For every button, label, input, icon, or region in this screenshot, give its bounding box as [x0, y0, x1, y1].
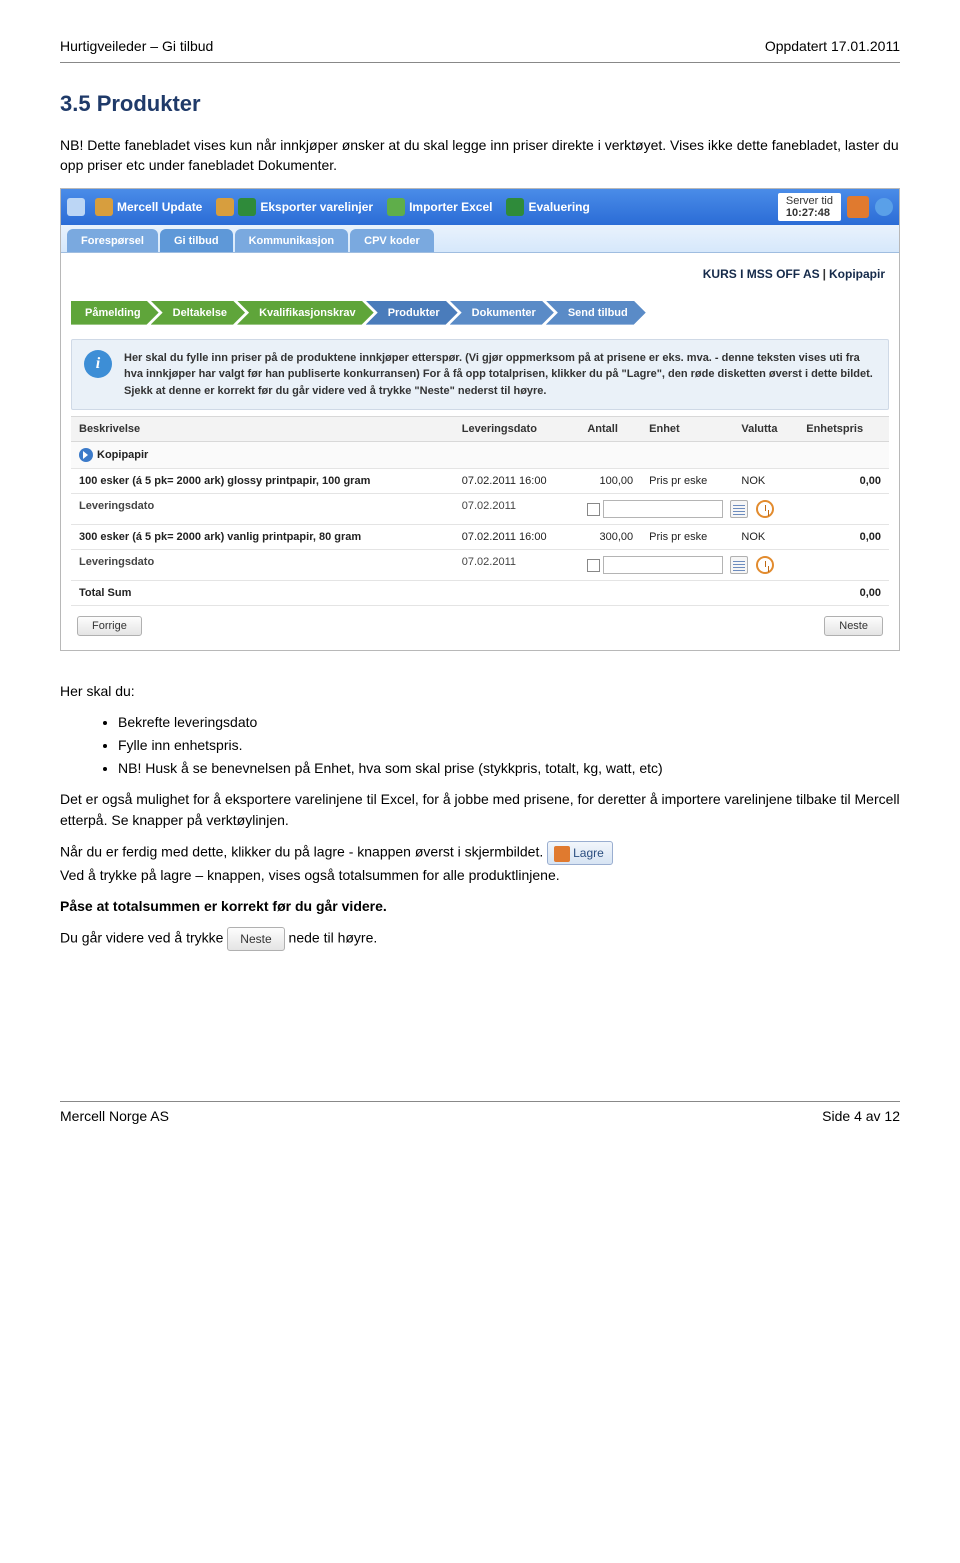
- calendar-icon[interactable]: [730, 500, 748, 518]
- product-table: Beskrivelse Leveringsdato Antall Enhet V…: [71, 416, 889, 606]
- wizard-pamelding[interactable]: Påmelding: [71, 301, 159, 325]
- list-item: Fylle inn enhetspris.: [118, 735, 900, 756]
- after-text: Her skal du: Bekrefte leveringsdato Fyll…: [60, 681, 900, 951]
- app-screenshot: Mercell Update Eksporter varelinjer Impo…: [60, 188, 900, 652]
- wizard-send-tilbud[interactable]: Send tilbud: [546, 301, 646, 325]
- after-p3: Når du er ferdig med dette, klikker du p…: [60, 841, 900, 886]
- info-text: Her skal du fylle inn priser på de produ…: [124, 350, 876, 400]
- arrows-icon: [387, 198, 405, 216]
- header-left: Hurtigveileder – Gi tilbud: [60, 38, 213, 54]
- toolbar-export-lines[interactable]: Eksporter varelinjer: [212, 196, 377, 218]
- sheet-icon: [216, 198, 234, 216]
- table-total-row: Total Sum 0,00: [71, 581, 889, 606]
- chevron-down-icon: [79, 448, 93, 462]
- app-toolbar: Mercell Update Eksporter varelinjer Impo…: [61, 189, 899, 225]
- prev-button[interactable]: Forrige: [77, 616, 142, 636]
- next-button[interactable]: Neste: [824, 616, 883, 636]
- table-header-row: Beskrivelse Leveringsdato Antall Enhet V…: [71, 417, 889, 442]
- document-header: Hurtigveileder – Gi tilbud Oppdatert 17.…: [60, 38, 900, 63]
- table-row: 100 esker (á 5 pk= 2000 ark) glossy prin…: [71, 469, 889, 494]
- after-intro: Her skal du:: [60, 681, 900, 702]
- wizard-kvalifikasjon[interactable]: Kvalifikasjonskrav: [237, 301, 374, 325]
- after-p5: Du går videre ved å trykke Neste nede ti…: [60, 927, 900, 951]
- clock-icon[interactable]: [756, 500, 774, 518]
- wizard-steps: Påmelding Deltakelse Kvalifikasjonskrav …: [71, 301, 889, 325]
- app-footer: Forrige Neste: [71, 606, 889, 640]
- after-p2: Det er også mulighet for å eksportere va…: [60, 789, 900, 831]
- document-footer: Mercell Norge AS Side 4 av 12: [60, 1101, 900, 1124]
- app-tabs: Forespørsel Gi tilbud Kommunikasjon CPV …: [61, 225, 899, 253]
- footer-left: Mercell Norge AS: [60, 1108, 169, 1124]
- wizard-produkter[interactable]: Produkter: [366, 301, 458, 325]
- after-p4: Påse at totalsummen er korrekt før du gå…: [60, 896, 900, 917]
- delivery-date-input[interactable]: [603, 556, 723, 574]
- list-item: NB! Husk å se benevnelsen på Enhet, hva …: [118, 758, 900, 779]
- table-subrow: Leveringsdato 07.02.2011: [71, 494, 889, 525]
- clock-icon[interactable]: [756, 556, 774, 574]
- wizard-deltakelse[interactable]: Deltakelse: [151, 301, 245, 325]
- bullet-list: Bekrefte leveringsdato Fylle inn enhetsp…: [118, 712, 900, 779]
- checkbox[interactable]: [587, 559, 600, 572]
- server-time: Server tid 10:27:48: [778, 193, 841, 221]
- star-icon: [67, 198, 85, 216]
- checkbox[interactable]: [587, 503, 600, 516]
- wizard-dokumenter[interactable]: Dokumenter: [450, 301, 554, 325]
- save-icon: [554, 846, 570, 862]
- calendar-icon[interactable]: [730, 556, 748, 574]
- tab-kommunikasjon[interactable]: Kommunikasjon: [235, 229, 349, 252]
- delivery-date-input[interactable]: [603, 500, 723, 518]
- table-row: 300 esker (á 5 pk= 2000 ark) vanlig prin…: [71, 525, 889, 550]
- toolbar-evaluate[interactable]: Evaluering: [502, 196, 593, 218]
- toolbar-import-excel[interactable]: Importer Excel: [383, 196, 496, 218]
- list-item: Bekrefte leveringsdato: [118, 712, 900, 733]
- tab-foresporsel[interactable]: Forespørsel: [67, 229, 158, 252]
- neste-inline-button: Neste: [227, 927, 284, 951]
- lagre-inline-button: Lagre: [547, 841, 613, 865]
- tab-gi-tilbud[interactable]: Gi tilbud: [160, 229, 233, 252]
- info-icon: i: [84, 350, 112, 378]
- table-subrow: Leveringsdato 07.02.2011: [71, 550, 889, 581]
- footer-right: Side 4 av 12: [822, 1108, 900, 1124]
- info-panel: i Her skal du fylle inn priser på de pro…: [71, 339, 889, 411]
- excel-icon: [238, 198, 256, 216]
- save-icon[interactable]: [847, 196, 869, 218]
- help-icon[interactable]: [875, 198, 893, 216]
- section-title: 3.5 Produkter: [60, 91, 900, 117]
- document-icon: [95, 198, 113, 216]
- tab-cpv-koder[interactable]: CPV koder: [350, 229, 434, 252]
- breadcrumb: KURS I MSS OFF AS|Kopipapir: [71, 267, 889, 281]
- intro-paragraph: NB! Dette fanebladet vises kun når innkj…: [60, 135, 900, 176]
- header-right: Oppdatert 17.01.2011: [765, 38, 900, 54]
- excel-icon: [506, 198, 524, 216]
- table-group-row[interactable]: Kopipapir: [71, 442, 889, 469]
- toolbar-update[interactable]: Mercell Update: [91, 196, 206, 218]
